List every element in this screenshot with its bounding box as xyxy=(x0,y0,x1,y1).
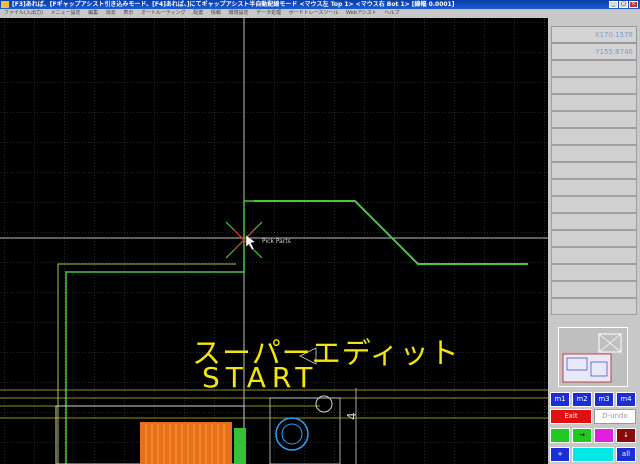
info-slot-4 xyxy=(551,111,637,128)
window-title: [F3]あれば、[Fギャップアシスト引き込みモード、[F4]あれば、]にてギャッ… xyxy=(12,1,455,8)
m3-button[interactable]: m3 xyxy=(594,392,614,407)
green-button[interactable] xyxy=(550,428,570,443)
info-slot-7 xyxy=(551,162,637,179)
m2-button[interactable]: m2 xyxy=(572,392,592,407)
maximize-button[interactable]: □ xyxy=(619,1,628,8)
info-slot-3 xyxy=(551,94,637,111)
menu-autorouting[interactable]: オートルーティング xyxy=(141,9,186,18)
menu-environment[interactable]: 環境設定 xyxy=(228,9,248,18)
info-slot-2 xyxy=(551,77,637,94)
minimap-drawing xyxy=(562,333,622,383)
overlay-start: START xyxy=(202,361,319,394)
menu-bar: ファイル(入出力) メニュー設定 編集 消去 表示 オートルーティング 配置 情… xyxy=(0,9,548,18)
menu-help[interactable]: ヘルプ xyxy=(384,9,399,18)
side-panel: X170.1578 Y155.6746 m1 m2 m3 m4 Exit D-u… xyxy=(548,9,640,464)
menu-placement[interactable]: 配置 xyxy=(193,9,203,18)
menu-delete[interactable]: 消去 xyxy=(106,9,116,18)
app-icon xyxy=(1,1,9,8)
arrow-down-button[interactable]: ↓ xyxy=(616,428,636,443)
cursor-label: Pick Parts xyxy=(262,238,291,245)
pad-green xyxy=(234,428,246,464)
menu-data-processing[interactable]: データ処理 xyxy=(256,9,281,18)
m4-button[interactable]: m4 xyxy=(616,392,636,407)
menu-settings[interactable]: メニュー設定 xyxy=(51,9,81,18)
close-button[interactable]: × xyxy=(629,1,638,8)
menu-edit[interactable]: 編集 xyxy=(88,9,98,18)
info-slot-12 xyxy=(551,247,637,264)
info-slot-15 xyxy=(551,298,637,315)
magenta-button[interactable] xyxy=(594,428,614,443)
info-slot-10 xyxy=(551,213,637,230)
menu-web-assist[interactable]: Webアシスト xyxy=(346,9,377,18)
info-slot-6 xyxy=(551,145,637,162)
menu-info[interactable]: 情報 xyxy=(211,9,221,18)
plus-button[interactable]: + xyxy=(550,447,570,462)
info-slot-9 xyxy=(551,196,637,213)
info-slot-1 xyxy=(551,60,637,77)
menu-view[interactable]: 表示 xyxy=(123,9,133,18)
d-undo-button[interactable]: D-undo xyxy=(594,409,636,424)
cyan-button[interactable] xyxy=(572,447,614,462)
info-slot-5 xyxy=(551,128,637,145)
dimension-text: 4 xyxy=(345,412,359,420)
menu-file[interactable]: ファイル(入出力) xyxy=(4,9,43,18)
x-coordinate: X170.1578 xyxy=(551,26,637,43)
info-slot-11 xyxy=(551,230,637,247)
minimize-button[interactable]: _ xyxy=(609,1,618,8)
minimap[interactable] xyxy=(558,327,628,387)
arrow-right-button[interactable]: → xyxy=(572,428,592,443)
exit-button[interactable]: Exit xyxy=(550,409,592,424)
title-bar: [F3]あれば、[Fギャップアシスト引き込みモード、[F4]あれば、]にてギャッ… xyxy=(0,0,640,9)
y-coordinate: Y155.6746 xyxy=(551,43,637,60)
info-slot-14 xyxy=(551,281,637,298)
info-slot-8 xyxy=(551,179,637,196)
info-slot-13 xyxy=(551,264,637,281)
menu-board-trace[interactable]: ボードトレースツール xyxy=(289,9,339,18)
all-button[interactable]: all xyxy=(616,447,636,462)
m1-button[interactable]: m1 xyxy=(550,392,570,407)
